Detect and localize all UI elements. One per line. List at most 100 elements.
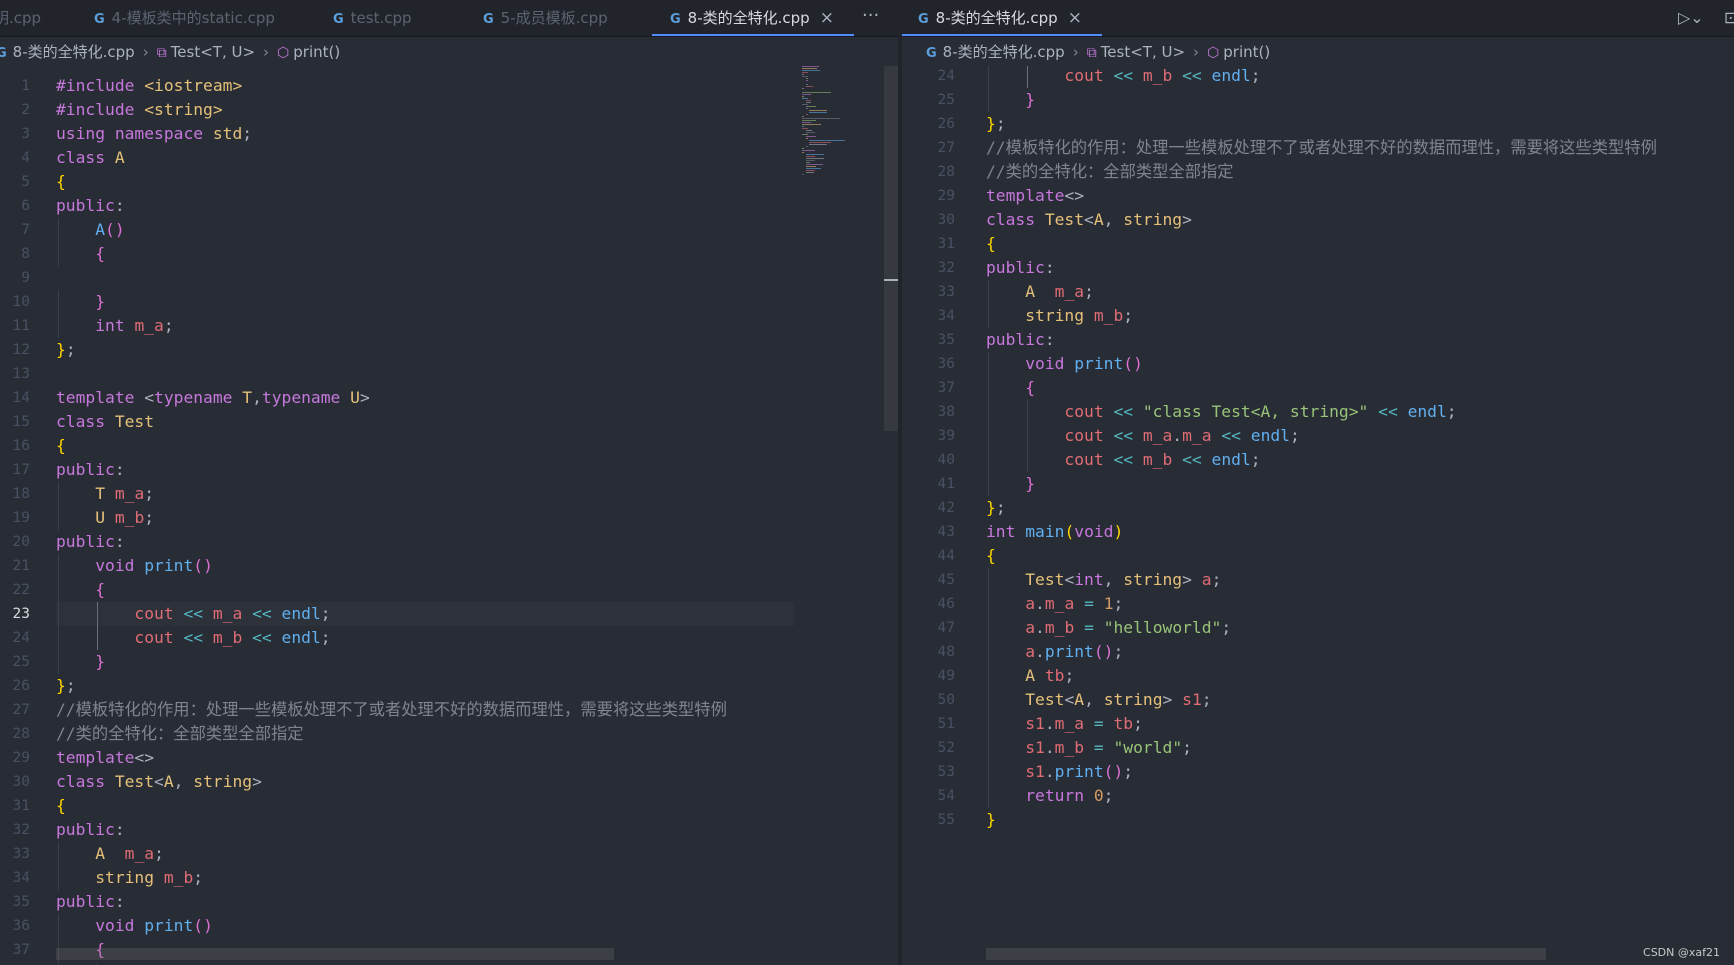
close-icon[interactable]: × [820,8,834,28]
code-line[interactable]: 31 { [902,232,1734,256]
tab-static-cpp[interactable]: G 4-模板类中的static.cpp [94,0,275,36]
code-line[interactable]: 4 class A [0,146,898,170]
code-line[interactable]: 25 } [902,88,1734,112]
line-number: 29 [937,188,955,204]
code-text: class Test<A, string> [986,210,1192,229]
code-line[interactable]: 17 public: [0,458,898,482]
tab-ming-cpp[interactable]: 明.cpp [0,0,41,36]
code-line[interactable]: 28 //类的全特化：全部类型全部指定 [0,722,898,746]
code-line[interactable]: 28 //类的全特化：全部类型全部指定 [902,160,1734,184]
code-line[interactable]: 43 int main(void) [902,520,1734,544]
code-line[interactable]: 12}; [0,338,898,362]
minimap[interactable] [802,66,882,186]
code-line[interactable]: 32 public: [0,818,898,842]
code-line[interactable]: 42}; [902,496,1734,520]
code-editor-left[interactable]: 1 #include <iostream> 2 #include <string> 3 u… [0,66,898,965]
code-text: }; [56,340,76,359]
code-line[interactable]: 26}; [0,674,898,698]
code-line[interactable]: 3 using namespace std; [0,122,898,146]
code-line[interactable]: 6 public: [0,194,898,218]
close-icon[interactable]: × [1068,8,1082,28]
code-line[interactable]: 52 s1.m_b = "world"; [902,736,1734,760]
breadcrumb-file[interactable]: 8-类的全特化.cpp [13,43,135,61]
horizontal-scrollbar[interactable] [56,948,614,960]
code-line[interactable]: 27 //模板特化的作用：处理一些模板处理不了或者处理不好的数据而理性，需要将这些… [902,136,1734,160]
code-line[interactable]: 7 A() [0,218,898,242]
code-line[interactable]: 1 #include <iostream> [0,74,898,98]
line-number: 19 [12,510,30,526]
code-line[interactable]: 37 { [902,376,1734,400]
minimap-line [805,106,817,107]
code-line[interactable]: 51 s1.m_a = tb; [902,712,1734,736]
tab-full-specialization-cpp[interactable]: G 8-类的全特化.cpp × [918,0,1082,36]
code-line[interactable]: 34 string m_b; [0,866,898,890]
breadcrumb-method[interactable]: print() [1223,43,1270,61]
vertical-scrollbar[interactable] [884,66,898,431]
horizontal-scrollbar[interactable] [986,948,1546,960]
code-line[interactable]: 50 Test<A, string> s1; [902,688,1734,712]
code-line[interactable]: 14 template <typename T,typename U> [0,386,898,410]
run-debug-icon[interactable]: ▷⌄ [1678,8,1704,27]
code-line[interactable]: 36 void print() [0,914,898,938]
tab-test-cpp[interactable]: Gtest.cpp [333,0,412,36]
code-line[interactable]: 34 string m_b; [902,304,1734,328]
code-line[interactable]: 11 int m_a; [0,314,898,338]
code-line[interactable]: 48 a.print(); [902,640,1734,664]
code-line[interactable]: 29 template<> [902,184,1734,208]
code-line[interactable]: 46 a.m_a = 1; [902,592,1734,616]
breadcrumb-method[interactable]: print() [293,43,340,61]
code-line[interactable]: 41 } [902,472,1734,496]
code-line[interactable]: 16 { [0,434,898,458]
code-line[interactable]: 26}; [902,112,1734,136]
code-line[interactable]: 25 } [0,650,898,674]
line-number: 4 [21,150,30,166]
code-line[interactable]: 2 #include <string> [0,98,898,122]
code-line[interactable]: 53 s1.print(); [902,760,1734,784]
tab-full-specialization-cpp[interactable]: G 8-类的全特化.cpp × [670,0,834,36]
code-line[interactable]: 18 T m_a; [0,482,898,506]
code-line[interactable]: 29 template<> [0,746,898,770]
indent-guide [988,352,989,376]
code-line[interactable]: 45 Test<int, string> a; [902,568,1734,592]
code-line[interactable]: 8 { [0,242,898,266]
code-line[interactable]: 35 public: [902,328,1734,352]
code-line[interactable]: 13 [0,362,898,386]
chevron-right-icon: › [142,43,149,61]
code-line[interactable]: 47 a.m_b = "helloworld"; [902,616,1734,640]
tab-member-template-cpp[interactable]: G 5-成员模板.cpp [483,0,608,36]
code-line[interactable]: 33 A m_a; [902,280,1734,304]
code-line[interactable]: 33 A m_a; [0,842,898,866]
code-line[interactable]: 19 U m_b; [0,506,898,530]
breadcrumb-class[interactable]: Test<T, U> [1101,43,1185,61]
code-line[interactable]: 10 } [0,290,898,314]
code-line[interactable]: 30 class Test<A, string> [902,208,1734,232]
code-line[interactable]: 20 public: [0,530,898,554]
code-line[interactable]: 24 cout << m_b << endl; [0,626,898,650]
code-line[interactable]: 54 return 0; [902,784,1734,808]
tab-label: 8-类的全特化.cpp [935,9,1058,27]
code-line[interactable]: 30 class Test<A, string> [0,770,898,794]
breadcrumb-class[interactable]: Test<T, U> [171,43,255,61]
code-line[interactable]: 35 public: [0,890,898,914]
breadcrumb-file[interactable]: 8-类的全特化.cpp [943,43,1065,61]
more-actions-icon[interactable]: ··· [862,0,879,36]
code-text: { [986,546,996,565]
code-line[interactable]: 55} [902,808,1734,832]
code-line[interactable]: 21 void print() [0,554,898,578]
code-line[interactable]: 36 void print() [902,352,1734,376]
split-editor-icon[interactable]: ⊡ [1724,8,1734,27]
code-line[interactable]: 44 { [902,544,1734,568]
code-line[interactable]: 49 A tb; [902,664,1734,688]
indent-guide [988,88,989,112]
code-line[interactable]: 9 [0,266,898,290]
code-line[interactable]: 32 public: [902,256,1734,280]
code-line[interactable]: 23 cout << m_a << endl; [0,602,898,626]
line-number: 55 [937,812,955,828]
code-line[interactable]: 31 { [0,794,898,818]
code-editor-right[interactable]: 24 cout << m_b << endl; 25 } 26}; 27//模板特化的… [902,66,1734,965]
code-text: public: [56,196,125,215]
code-line[interactable]: 15 class Test [0,410,898,434]
code-line[interactable]: 22 { [0,578,898,602]
code-line[interactable]: 5{ [0,170,898,194]
code-line[interactable]: 27 //模板特化的作用：处理一些模板处理不了或者处理不好的数据而理性，需要将这些… [0,698,898,722]
